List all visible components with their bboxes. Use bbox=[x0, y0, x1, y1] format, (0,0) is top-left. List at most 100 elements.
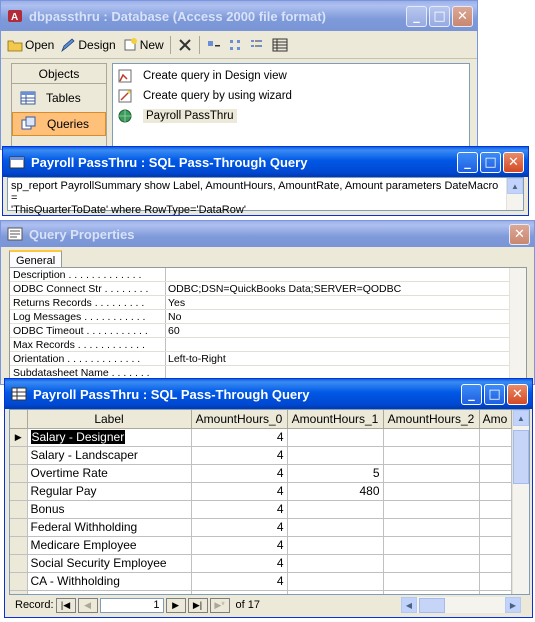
column-header[interactable]: AmountHours_0 bbox=[191, 410, 288, 429]
cell-label[interactable]: Medicare Employee bbox=[27, 536, 192, 555]
cell-amount[interactable]: 4 bbox=[191, 482, 288, 501]
list-item-wizard[interactable]: Create query by using wizard bbox=[113, 86, 469, 106]
cell-label[interactable]: Federal Withholding bbox=[27, 518, 192, 537]
column-header[interactable]: AmountHours_2 bbox=[383, 410, 480, 429]
cell-amount[interactable] bbox=[287, 500, 384, 519]
table-row[interactable]: Federal Withholding 4 bbox=[10, 518, 512, 537]
design-button[interactable]: Design bbox=[60, 37, 116, 53]
cell-label[interactable]: Bonus bbox=[27, 500, 192, 519]
property-value[interactable]: Left-to-Right bbox=[166, 352, 526, 365]
property-row[interactable]: Orientation . . . . . . . . . . . . . Lef… bbox=[10, 352, 526, 366]
objects-item-tables[interactable]: Tables bbox=[12, 86, 106, 110]
property-value[interactable] bbox=[166, 338, 526, 351]
property-row[interactable]: Returns Records . . . . . . . . . Yes bbox=[10, 296, 526, 310]
cell-amount[interactable] bbox=[479, 482, 512, 501]
open-button[interactable]: Open bbox=[7, 37, 54, 53]
scroll-right-button[interactable]: ▶ bbox=[505, 597, 521, 613]
cell-amount[interactable] bbox=[287, 536, 384, 555]
cell-amount[interactable] bbox=[383, 464, 480, 483]
row-selector[interactable] bbox=[10, 554, 28, 573]
property-value[interactable]: 60 bbox=[166, 324, 526, 337]
cell-amount[interactable] bbox=[383, 500, 480, 519]
cell-amount[interactable] bbox=[383, 428, 480, 447]
new-button[interactable]: New bbox=[122, 37, 164, 53]
cell-amount[interactable]: 4 bbox=[191, 518, 288, 537]
cell-label[interactable]: Regular Pay bbox=[27, 482, 192, 501]
scroll-up-button[interactable]: ▲ bbox=[513, 410, 529, 426]
property-value[interactable] bbox=[166, 268, 526, 281]
cell-amount[interactable] bbox=[479, 428, 512, 447]
cell-label[interactable]: CA - Withholding bbox=[27, 572, 192, 591]
row-selector[interactable] bbox=[10, 572, 28, 591]
maximize-button[interactable]: □ bbox=[484, 383, 505, 405]
column-header[interactable]: Label bbox=[27, 410, 192, 429]
large-icons-button[interactable] bbox=[206, 37, 222, 53]
details-view-button[interactable] bbox=[272, 37, 288, 53]
cell-amount[interactable]: 4 bbox=[191, 464, 288, 483]
property-row[interactable]: ODBC Connect Str . . . . . . . . ODBC;DSN… bbox=[10, 282, 526, 296]
properties-vertical-scrollbar[interactable] bbox=[509, 268, 526, 384]
grid-vertical-scrollbar[interactable]: ▲ bbox=[512, 410, 529, 594]
row-selector[interactable] bbox=[10, 482, 28, 501]
row-selector[interactable] bbox=[10, 500, 28, 519]
table-row[interactable]: ▶ Salary - Designer 4 bbox=[10, 428, 512, 447]
cell-amount[interactable] bbox=[383, 446, 480, 465]
cell-amount[interactable]: 5 bbox=[287, 464, 384, 483]
cell-label[interactable]: Salary - Designer bbox=[27, 428, 192, 447]
column-header[interactable]: AmountHours_1 bbox=[287, 410, 384, 429]
database-window-titlebar[interactable]: A dbpassthru : Database (Access 2000 fil… bbox=[1, 1, 477, 31]
maximize-button[interactable]: □ bbox=[480, 151, 501, 173]
objects-item-queries[interactable]: Queries bbox=[12, 112, 106, 136]
cell-amount[interactable] bbox=[479, 536, 512, 555]
table-row[interactable]: Regular Pay 4 480 bbox=[10, 482, 512, 501]
cell-amount[interactable] bbox=[479, 572, 512, 591]
column-header[interactable]: Amo bbox=[479, 410, 512, 429]
cell-amount[interactable]: 4 bbox=[191, 446, 288, 465]
scroll-left-button[interactable]: ◀ bbox=[401, 597, 417, 613]
minimize-button[interactable]: _ bbox=[461, 383, 482, 405]
close-button[interactable]: ✕ bbox=[507, 383, 528, 405]
cell-label[interactable]: Overtime Rate bbox=[27, 464, 192, 483]
cell-amount[interactable] bbox=[287, 428, 384, 447]
new-record-button[interactable]: ▶* bbox=[209, 597, 230, 613]
property-value[interactable]: ODBC;DSN=QuickBooks Data;SERVER=QODBC bbox=[166, 282, 526, 295]
last-record-button[interactable]: ▶| bbox=[187, 597, 208, 613]
row-selector[interactable] bbox=[10, 518, 28, 537]
table-row[interactable]: Social Security Employee 4 bbox=[10, 554, 512, 573]
cell-amount[interactable] bbox=[287, 518, 384, 537]
cell-amount[interactable]: 4 bbox=[191, 428, 288, 447]
close-button[interactable]: ✕ bbox=[503, 151, 524, 173]
first-record-button[interactable]: |◀ bbox=[55, 597, 76, 613]
sql-window-titlebar[interactable]: Payroll PassThru : SQL Pass-Through Quer… bbox=[3, 147, 528, 177]
results-window-titlebar[interactable]: Payroll PassThru : SQL Pass-Through Quer… bbox=[5, 379, 532, 409]
minimize-button[interactable]: _ bbox=[406, 5, 427, 27]
maximize-button[interactable]: □ bbox=[429, 5, 450, 27]
table-row[interactable]: CA - Withholding 4 bbox=[10, 572, 512, 591]
cell-amount[interactable] bbox=[479, 554, 512, 573]
row-selector-header[interactable] bbox=[10, 410, 28, 429]
grid-horizontal-scrollbar[interactable]: ◀ ▶ bbox=[401, 597, 521, 613]
cell-amount[interactable]: 4 bbox=[191, 554, 288, 573]
cell-amount[interactable]: 480 bbox=[287, 482, 384, 501]
close-button[interactable]: ✕ bbox=[509, 223, 530, 245]
cell-amount[interactable] bbox=[479, 500, 512, 519]
table-row[interactable]: Salary - Landscaper 4 bbox=[10, 446, 512, 465]
delete-button[interactable] bbox=[177, 37, 193, 53]
cell-amount[interactable]: 4 bbox=[191, 500, 288, 519]
list-item-payroll-passthru[interactable]: Payroll PassThru bbox=[113, 106, 469, 126]
property-value[interactable]: No bbox=[166, 310, 526, 323]
table-row[interactable]: Overtime Rate 4 5 bbox=[10, 464, 512, 483]
sql-vertical-scrollbar[interactable]: ▲ bbox=[506, 178, 523, 210]
sql-text-area[interactable]: sp_report PayrollSummary show Label, Amo… bbox=[7, 177, 524, 215]
properties-titlebar[interactable]: Query Properties ✕ bbox=[1, 221, 534, 247]
cell-amount[interactable] bbox=[383, 482, 480, 501]
property-row[interactable]: Log Messages . . . . . . . . . . . No bbox=[10, 310, 526, 324]
property-value[interactable]: Yes bbox=[166, 296, 526, 309]
list-view-button[interactable] bbox=[250, 37, 266, 53]
property-row[interactable]: ODBC Timeout . . . . . . . . . . . 60 bbox=[10, 324, 526, 338]
property-row[interactable]: Max Records . . . . . . . . . . . . bbox=[10, 338, 526, 352]
cell-label[interactable]: Social Security Employee bbox=[27, 554, 192, 573]
cell-amount[interactable]: 4 bbox=[191, 572, 288, 591]
next-record-button[interactable]: ▶ bbox=[165, 597, 186, 613]
table-row[interactable]: Bonus 4 bbox=[10, 500, 512, 519]
